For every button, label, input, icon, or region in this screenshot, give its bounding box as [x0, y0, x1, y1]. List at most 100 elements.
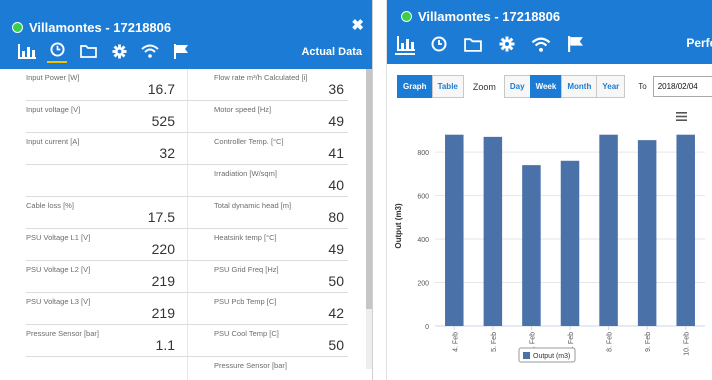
panel-nav — [16, 39, 202, 63]
data-cell: Input voltage [V] 525 — [26, 101, 187, 133]
flag-icon[interactable] — [565, 34, 585, 54]
metric-label: Controller Temp. [°C] — [214, 137, 284, 146]
data-cell: Heatsink temp [°C] 49 — [187, 229, 348, 261]
x-tick-label: 9. Feb — [645, 332, 652, 352]
metric-label: PSU Cool Temp [C] — [214, 329, 279, 338]
table-tab[interactable]: Table — [431, 75, 464, 98]
panel-title: Villamontes - 17218806 — [12, 20, 171, 35]
zoom-label: Zoom — [472, 81, 496, 92]
metric-label: Total dynamic head [m] — [214, 201, 292, 210]
bar — [637, 140, 657, 326]
data-cell: PSU Pcb Temp [C] 42 — [187, 293, 348, 325]
metric-value: 1.1 — [155, 337, 175, 353]
y-axis-title: Output (m3) — [394, 203, 403, 249]
zoom-day-button[interactable]: Day — [503, 75, 531, 98]
zoom-year-button[interactable]: Year — [596, 75, 626, 98]
metric-label: Pressure Sensor [bar] — [26, 329, 99, 338]
bar-chart-icon[interactable] — [395, 33, 415, 55]
data-cell: PSU Cool Temp [C] 50 — [187, 325, 348, 357]
zoom-month-button[interactable]: Month — [561, 75, 598, 98]
zoom-week-button[interactable]: Week — [529, 75, 563, 98]
performance-panel: Villamontes - 17218806 Perfo — [386, 0, 712, 380]
actual-data-heading: Actual Data — [301, 46, 362, 58]
data-cell: PSU Voltage L2 [V] 219 — [26, 261, 187, 293]
metric-value: 525 — [151, 113, 175, 129]
graph-tab[interactable]: Graph — [397, 75, 433, 98]
data-cell: PSU Grid Freq [Hz] 50 — [187, 261, 348, 293]
wifi-icon[interactable] — [531, 34, 551, 54]
data-cell: Total dynamic head [m] 80 — [187, 197, 348, 229]
metric-value: 219 — [151, 305, 175, 321]
flag-icon[interactable] — [171, 41, 191, 61]
performance-heading: Perfo — [686, 36, 712, 50]
chart-toolbar: Graph Table Zoom Day Week Month Year To … — [397, 75, 712, 98]
status-dot-icon — [12, 22, 23, 33]
scrollbar[interactable] — [366, 69, 372, 369]
metric-value: 40 — [328, 177, 344, 193]
metric-label: Input current [A] — [26, 137, 80, 146]
metric-label: Cable loss [%] — [26, 201, 74, 210]
panel-header: Villamontes - 17218806 Perfo — [387, 0, 712, 64]
metric-label: Pressure Sensor [bar] — [214, 361, 287, 370]
panel-nav — [395, 33, 599, 55]
data-cell: Pressure Sensor [bar] — [187, 357, 348, 380]
data-cell: Pressure Sensor [bar] 1.1 — [26, 325, 187, 357]
metric-value: 16.7 — [147, 81, 175, 97]
y-tick-label: 400 — [417, 237, 429, 244]
metric-value: 32 — [159, 145, 175, 161]
actual-data-panel: Villamontes - 17218806 ✖ Actual Data Inp… — [0, 0, 373, 380]
metric-value: 49 — [328, 241, 344, 257]
gear-icon[interactable] — [497, 34, 517, 54]
metric-value: 41 — [328, 145, 344, 161]
metric-value: 219 — [151, 273, 175, 289]
data-cell: Cable loss [%] 17.5 — [26, 197, 187, 229]
metric-value: 17.5 — [147, 209, 175, 225]
metric-label: Heatsink temp [°C] — [214, 233, 277, 242]
metric-label: PSU Voltage L3 [V] — [26, 297, 91, 306]
data-cell: PSU Voltage L1 [V] 220 — [26, 229, 187, 261]
x-tick-label: 5. Feb — [491, 332, 498, 352]
metric-label: Flow rate m³/h Calculated [i] — [214, 73, 308, 82]
gear-icon[interactable] — [109, 41, 129, 61]
data-grid: Input Power [W] 16.7 Flow rate m³/h Calcul… — [26, 69, 372, 380]
data-cell: Motor speed [Hz] 49 — [187, 101, 348, 133]
to-label: To — [638, 82, 647, 91]
metric-value: 50 — [328, 273, 344, 289]
panel-title: Villamontes - 17218806 — [401, 9, 560, 24]
metric-value: 42 — [328, 305, 344, 321]
folder-icon[interactable] — [78, 41, 98, 61]
close-icon[interactable]: ✖ — [351, 16, 364, 34]
to-date-input[interactable]: 2018/02/04 — [652, 76, 712, 97]
bar — [445, 134, 464, 326]
metric-value: 36 — [328, 81, 344, 97]
y-tick-label: 0 — [425, 324, 429, 331]
metric-label: PSU Grid Freq [Hz] — [214, 265, 279, 274]
station-name: Villamontes - 17218806 — [29, 20, 172, 35]
bar — [676, 134, 695, 326]
metric-label: Input Power [W] — [26, 73, 80, 82]
metric-label: Motor speed [Hz] — [214, 105, 272, 114]
metric-value: 80 — [328, 209, 344, 225]
clock-icon[interactable] — [47, 39, 67, 63]
x-tick-label: 4. Feb — [452, 332, 459, 352]
folder-icon[interactable] — [463, 34, 483, 54]
data-cell: Input current [A] 32 — [26, 133, 187, 165]
bar-chart-icon[interactable] — [16, 41, 36, 61]
data-cell — [26, 357, 187, 380]
y-tick-label: 200 — [417, 281, 429, 288]
x-tick-label: 10. Feb — [684, 332, 691, 356]
legend-label: Output (m3) — [533, 353, 570, 360]
bar — [483, 136, 503, 326]
clock-icon[interactable] — [429, 34, 449, 54]
status-dot-icon — [401, 11, 412, 22]
wifi-icon[interactable] — [140, 41, 160, 61]
metric-label: Irradiation [W/sqm] — [214, 169, 277, 178]
metric-label: PSU Voltage L2 [V] — [26, 265, 91, 274]
data-cell — [26, 165, 187, 197]
panel-header: Villamontes - 17218806 ✖ Actual Data — [0, 0, 372, 69]
scrollbar-thumb[interactable] — [366, 69, 372, 309]
data-cell: Irradiation [W/sqm] 40 — [187, 165, 348, 197]
data-cell: Input Power [W] 16.7 — [26, 69, 187, 101]
legend-swatch — [523, 352, 530, 359]
bar — [560, 160, 580, 326]
